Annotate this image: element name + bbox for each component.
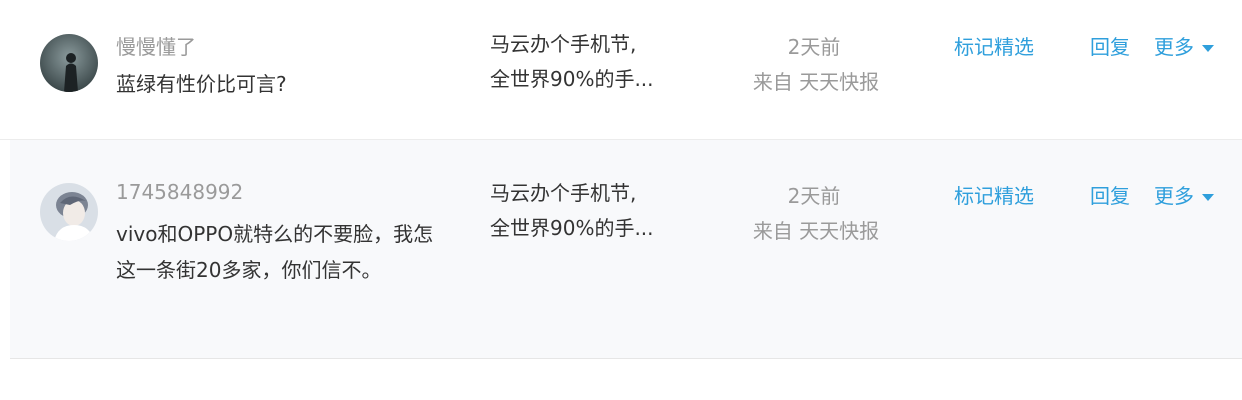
more-label: 更多: [1154, 35, 1194, 59]
avatar-image: [40, 183, 98, 241]
comment-list: 慢慢懂了 蓝绿有性价比可言? 马云办个手机节, 全世界90%的手... 2天前 …: [0, 0, 1242, 400]
more-button[interactable]: 更多: [1154, 31, 1214, 60]
avatar-image: [40, 34, 98, 92]
mark-featured-button[interactable]: 标记精选: [954, 180, 1034, 209]
article-title-line: 全世界90%的手...: [490, 67, 654, 91]
comment-source: 来自 天天快报: [752, 219, 880, 243]
comment-row: 1745848992 vivo和OPPO就特么的不要脸，我怎这一条街20多家，你…: [10, 140, 1242, 359]
comment-time: 2天前: [787, 184, 841, 208]
comment-source: 来自 天天快报: [752, 70, 880, 94]
comment-text: 蓝绿有性价比可言?: [116, 72, 287, 96]
more-label: 更多: [1154, 184, 1194, 208]
caret-down-icon: [1202, 45, 1214, 52]
caret-down-icon: [1202, 194, 1214, 201]
user-avatar[interactable]: [40, 34, 98, 92]
comment-username[interactable]: 慢慢懂了: [116, 31, 196, 60]
reply-button[interactable]: 回复: [1090, 180, 1130, 209]
article-title-line: 马云办个手机节,: [490, 32, 637, 56]
comment-row: 慢慢懂了 蓝绿有性价比可言? 马云办个手机节, 全世界90%的手... 2天前 …: [0, 0, 1242, 140]
article-title[interactable]: 马云办个手机节, 全世界90%的手...: [490, 176, 680, 246]
comment-time: 2天前: [787, 35, 841, 59]
comment-text: vivo和OPPO就特么的不要脸，我怎这一条街20多家，你们信不。: [116, 222, 434, 282]
article-title-line: 全世界90%的手...: [490, 216, 654, 240]
mark-featured-button[interactable]: 标记精选: [954, 31, 1034, 60]
article-title[interactable]: 马云办个手机节, 全世界90%的手...: [490, 27, 680, 97]
user-avatar[interactable]: [40, 183, 98, 241]
reply-button[interactable]: 回复: [1090, 31, 1130, 60]
comment-username[interactable]: 1745848992: [116, 180, 243, 204]
article-title-line: 马云办个手机节,: [490, 181, 637, 205]
more-button[interactable]: 更多: [1154, 180, 1214, 209]
